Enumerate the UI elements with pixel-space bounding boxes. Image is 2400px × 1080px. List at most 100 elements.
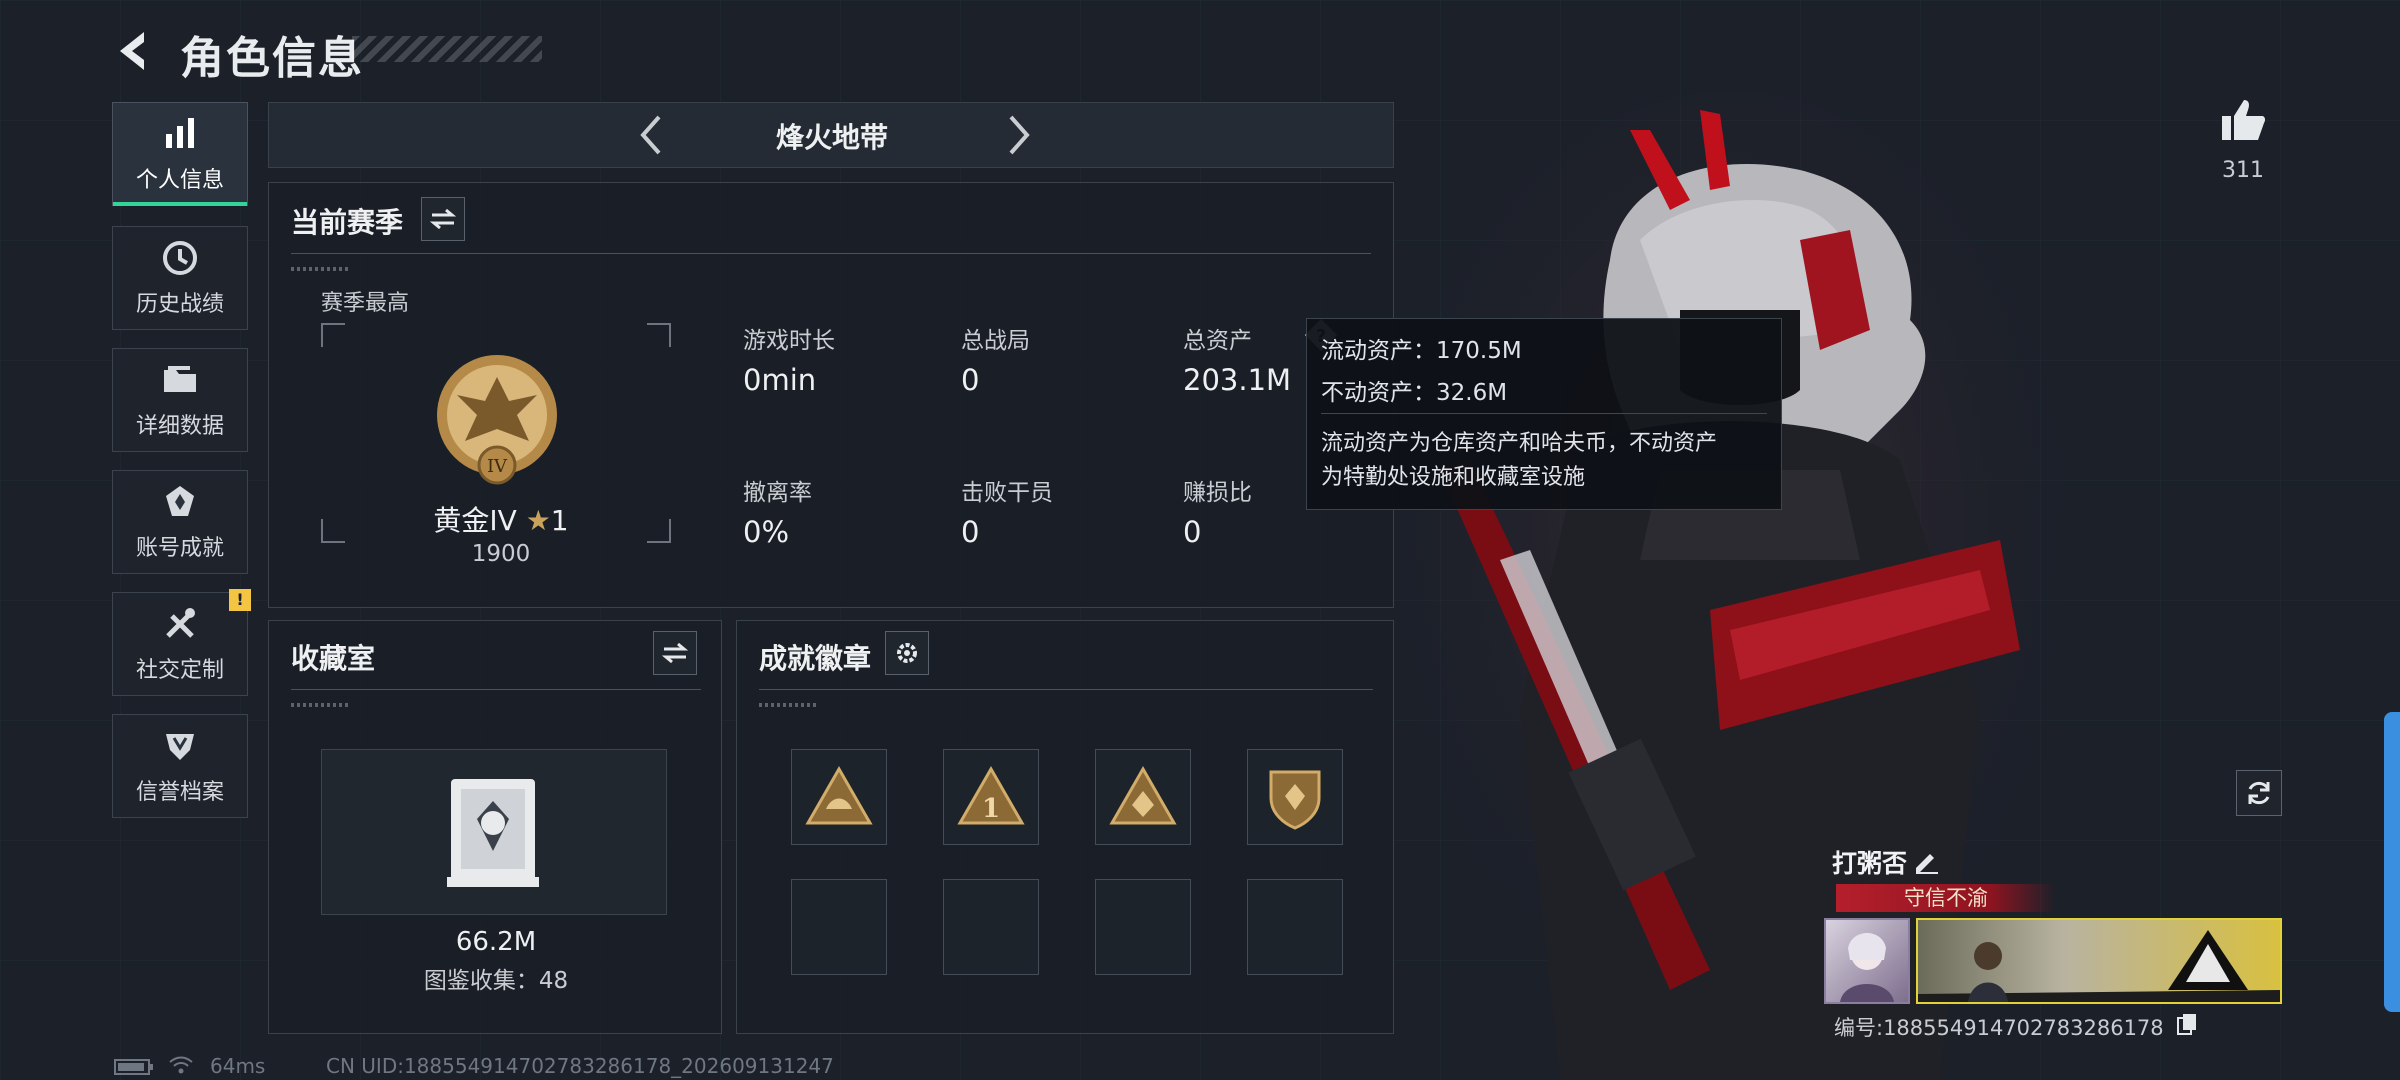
switch-season-button[interactable]	[421, 197, 465, 241]
tick-decoration	[291, 703, 349, 707]
side-drawer-handle[interactable]	[2384, 712, 2400, 1012]
edit-icon[interactable]	[1912, 846, 1940, 874]
stat-value-kills: 0	[961, 515, 980, 549]
stat-value-matches: 0	[961, 363, 980, 397]
star-icon: ★	[525, 504, 551, 537]
shield-icon	[166, 734, 194, 760]
rank-score: 1900	[471, 541, 531, 567]
stat-label-playtime: 游戏时长	[743, 328, 835, 354]
swap-icon	[662, 642, 688, 664]
ping-display: 64ms	[210, 1054, 266, 1078]
svg-text:1: 1	[982, 794, 1000, 824]
achievement-badge-slot[interactable]	[1247, 749, 1343, 845]
sidebar-item-personal-info[interactable]: 个人信息	[112, 102, 248, 206]
bar-chart-icon	[166, 118, 194, 148]
sidebar-item-history[interactable]: 历史战绩	[112, 226, 248, 330]
player-name: 打粥否	[1832, 849, 1908, 878]
achievement-settings-button[interactable]	[885, 631, 929, 675]
empty-badge-slot[interactable]	[791, 879, 887, 975]
achievement-badge-slot[interactable]: 1	[943, 749, 1039, 845]
empty-badge-slot[interactable]	[1247, 879, 1343, 975]
name-card-banner[interactable]	[1916, 918, 2282, 1004]
mode-title: 烽火地带	[775, 121, 888, 154]
stat-value-playtime: 0min	[743, 363, 817, 397]
tooltip-description-line2: 为特勤处设施和收藏室设施	[1321, 465, 1586, 490]
client-uid: CN UID:18855491470278328617​8_2026091312…	[326, 1054, 834, 1078]
tooltip-liquid-assets: 流动资产：170.5M	[1321, 338, 1522, 364]
back-arrow-icon[interactable]	[110, 26, 160, 76]
sidebar-item-detailed-data[interactable]: 详细数据	[112, 348, 248, 452]
wifi-icon	[169, 1056, 193, 1074]
number-one-badge-icon: 1	[957, 765, 1025, 825]
refresh-button[interactable]	[2236, 770, 2282, 816]
collection-count: 图鉴收集：48	[423, 968, 569, 994]
season-panel: 当前赛季 赛季最高 IV 黄金IV ★1 1900 游戏时长 0min 总战局 …	[268, 182, 1394, 608]
avatar-portrait	[1840, 933, 1894, 1002]
sidebar-item-label: 详细数据	[135, 414, 224, 439]
swap-icon	[430, 208, 456, 230]
empty-badge-slot[interactable]	[1095, 879, 1191, 975]
collection-value: 66.2M	[455, 927, 537, 957]
stat-label-total-assets: 总资产	[1183, 328, 1252, 354]
sidebar-item-label: 个人信息	[135, 168, 224, 193]
tools-icon	[166, 608, 195, 638]
sidebar-item-social-custom[interactable]: 社交定制 !	[112, 589, 251, 696]
tick-decoration	[759, 703, 817, 707]
gold-rank-emblem: IV	[437, 355, 557, 485]
notification-badge: !	[229, 589, 251, 611]
assets-tooltip: 流动资产：170.5M 不动资产：32.6M 流动资产为仓库资产和哈夫币，不动资…	[1306, 318, 1782, 510]
divider	[291, 253, 1371, 254]
player-uid: 编号:18855491470278328617​8	[1834, 1016, 2164, 1040]
battery-icon	[114, 1059, 153, 1075]
stat-label-matches: 总战局	[961, 328, 1030, 354]
sidebar-item-achievements[interactable]: 账号成就	[112, 470, 248, 574]
tick-decoration	[291, 267, 349, 271]
season-title: 当前赛季	[291, 206, 404, 239]
diamond-badge-icon	[1109, 765, 1177, 825]
switch-collection-button[interactable]	[653, 631, 697, 675]
collection-panel[interactable]: 收藏室 66.2M 图鉴收集：48	[268, 620, 722, 1034]
divider	[1321, 413, 1767, 414]
thumbs-up-icon[interactable]	[2218, 96, 2268, 146]
stat-value-total-assets: 203.1M	[1183, 363, 1292, 397]
empty-badge-slot[interactable]	[943, 879, 1039, 975]
like-count: 311	[2222, 158, 2264, 183]
frame-corner	[321, 519, 345, 543]
achievement-badge-slot[interactable]	[1095, 749, 1191, 845]
rank-star-count: 1	[550, 504, 569, 537]
divider	[291, 689, 701, 690]
avatar[interactable]	[1824, 918, 1910, 1004]
stat-label-kills: 击败干员	[961, 480, 1053, 506]
chevron-right-icon[interactable]	[993, 111, 1041, 159]
sidebar-item-reputation[interactable]: 信誉档案	[112, 714, 248, 818]
stat-label-profit-ratio: 赚损比	[1183, 480, 1252, 506]
achievement-icon	[166, 486, 194, 516]
achievements-title: 成就徽章	[759, 642, 872, 675]
rank-name: 黄金IV	[433, 504, 517, 537]
banner-art	[1918, 930, 2280, 1002]
rank-title: 守信不渝	[1836, 884, 2056, 912]
achievement-badge-slot[interactable]	[791, 749, 887, 845]
tooltip-description-line1: 流动资产为仓库资产和哈夫币，不动资产	[1321, 431, 1718, 456]
gear-icon	[897, 643, 917, 663]
sidebar-item-label: 账号成就	[135, 536, 224, 561]
collection-title: 收藏室	[291, 642, 376, 675]
achievements-panel: 成就徽章 1	[736, 620, 1394, 1034]
sidebar-item-label: 历史战绩	[135, 292, 224, 317]
triangle-badge-icon	[805, 765, 873, 825]
stat-label-extract-rate: 撤离率	[743, 480, 812, 506]
frame-corner	[647, 519, 671, 543]
refresh-icon	[2248, 781, 2270, 805]
stat-value-profit-ratio: 0	[1183, 515, 1202, 549]
stat-value-extract-rate: 0%	[743, 515, 790, 549]
sidebar-item-label: 社交定制	[135, 658, 224, 683]
display-case-icon	[447, 779, 539, 887]
divider	[759, 689, 1373, 690]
clock-icon	[163, 241, 197, 275]
season-best-label: 赛季最高	[321, 291, 410, 316]
frame-corner	[647, 323, 671, 347]
rank-display: 黄金IV ★1	[423, 499, 579, 539]
svg-text:IV: IV	[487, 456, 508, 477]
mode-selector: 烽火地带	[268, 102, 1394, 168]
copy-icon[interactable]	[2176, 1012, 2198, 1036]
